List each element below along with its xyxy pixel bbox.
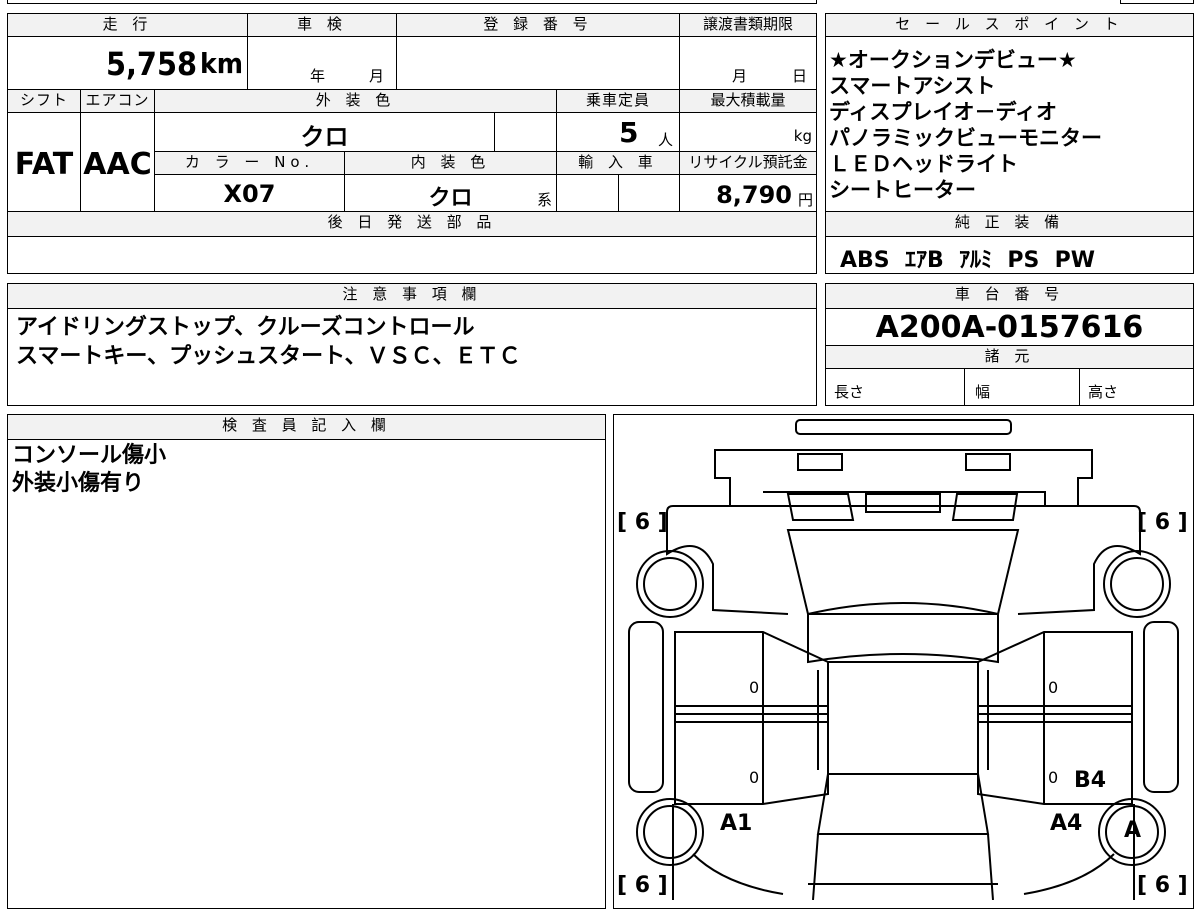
sales-point-item: シートヒーター <box>829 178 976 202</box>
inspector-line: 外装小傷有り <box>12 471 145 496</box>
transfer-deadline-cell: 月 日 <box>679 36 817 90</box>
max-load-cell: kg <box>679 112 817 152</box>
inspection-month: 月 <box>369 67 385 85</box>
tire-depth-front-left: [ 6 ] <box>617 510 668 535</box>
tire-depth-rear-right: [ 6 ] <box>1137 873 1188 898</box>
interior-color-cell: クロ 系 <box>344 174 557 212</box>
note-line: スマートキー、プッシュスタート、ＶＳＣ、ＥＴＣ <box>16 344 521 369</box>
interior-color-header: 内 装 色 <box>344 151 557 175</box>
spec-width-cell: 幅 <box>964 368 1080 406</box>
aircon-header: エアコン <box>80 89 155 113</box>
damage-mark-a4: A4 <box>1050 811 1083 836</box>
spec-length-cell: 長さ <box>825 368 965 406</box>
aircon-value: AAC <box>83 147 152 182</box>
registration-header: 登 録 番 号 <box>396 13 680 37</box>
exterior-color-header: 外 装 色 <box>154 89 557 113</box>
inspector-header: 検 査 員 記 入 欄 <box>7 414 606 440</box>
capacity-cell: 5 人 <box>556 112 680 152</box>
interior-color-value: クロ <box>428 186 473 211</box>
recycle-header: リサイクル預託金 <box>679 151 817 175</box>
transfer-day: 日 <box>792 67 808 85</box>
mileage-cell: 5,758 km <box>7 36 248 90</box>
exterior-color-cell: クロ <box>154 112 495 152</box>
color-no-header: カ ラ ー No. <box>154 151 345 175</box>
note-line: アイドリングストップ、クルーズコントロール <box>16 315 475 340</box>
tire-depth-front-right: [ 6 ] <box>1137 510 1188 535</box>
door-mark-right-rear: 0 <box>1048 768 1059 787</box>
door-mark-right-front: 0 <box>1048 678 1059 697</box>
later-parts-cell <box>7 236 817 274</box>
shift-value: FAT <box>14 147 74 182</box>
damage-mark-a1: A1 <box>720 811 753 836</box>
mileage-unit: km <box>200 47 243 80</box>
interior-color-suffix: 系 <box>536 191 552 209</box>
notes-cell: アイドリングストップ、クルーズコントロール スマートキー、プッシュスタート、ＶＳ… <box>7 308 817 406</box>
top-strip <box>7 0 817 4</box>
door-mark-left-front: 0 <box>749 678 760 697</box>
recycle-unit: 円 <box>797 191 813 209</box>
transfer-deadline-header: 譲渡書類期限 <box>679 13 817 37</box>
notes-lines: アイドリングストップ、クルーズコントロール スマートキー、プッシュスタート、ＶＳ… <box>16 313 521 371</box>
equipment-values: ABS ｴｱB ｱﾙﾐ PS PW <box>840 248 1096 273</box>
capacity-header: 乗車定員 <box>556 89 680 113</box>
spec-height-cell: 高さ <box>1079 368 1194 406</box>
aircon-cell: AAC <box>80 112 155 212</box>
import-cell-2 <box>618 174 680 212</box>
import-header: 輸 入 車 <box>556 151 680 175</box>
max-load-unit: kg <box>793 127 812 145</box>
equipment-header: 純 正 装 備 <box>825 211 1194 237</box>
sales-points-header: セ ー ル ス ポ イ ン ト <box>825 13 1194 37</box>
inspector-line: コンソール傷小 <box>12 443 167 468</box>
spec-length-label: 長さ <box>834 383 865 401</box>
chassis-header: 車 台 番 号 <box>825 283 1194 309</box>
equipment-cell: ABS ｴｱB ｱﾙﾐ PS PW <box>825 236 1194 274</box>
inspector-cell: コンソール傷小 外装小傷有り <box>7 439 606 909</box>
specs-header: 諸 元 <box>825 345 1194 369</box>
inspector-lines: コンソール傷小 外装小傷有り <box>12 442 166 498</box>
sales-point-item: ＬＥＤヘッドライト <box>829 152 1018 176</box>
spec-height-label: 高さ <box>1088 383 1119 401</box>
sales-points-cell: ★オークションデビュー★ スマートアシスト ディスプレイオ－ディオ パノラミック… <box>825 36 1194 212</box>
recycle-cell: 8,790 円 <box>679 174 817 212</box>
car-diagram <box>628 419 1179 900</box>
import-cell-1 <box>556 174 619 212</box>
capacity-unit: 人 <box>657 131 673 149</box>
chassis-value: A200A-0157616 <box>875 310 1144 345</box>
door-mark-left-rear: 0 <box>749 768 760 787</box>
inspection-year: 年 <box>310 67 326 85</box>
registration-cell <box>396 36 680 90</box>
max-load-header: 最大積載量 <box>679 89 817 113</box>
sales-point-item: ★オークションデビュー★ <box>829 48 1077 72</box>
color-no-value: X07 <box>223 180 276 208</box>
shift-header: シフト <box>7 89 81 113</box>
color-no-cell: X07 <box>154 174 345 212</box>
notes-header: 注 意 事 項 欄 <box>7 283 817 309</box>
sales-point-item: ディスプレイオ－ディオ <box>829 100 1058 124</box>
transfer-month: 月 <box>732 67 748 85</box>
later-parts-header: 後 日 発 送 部 品 <box>7 211 817 237</box>
top-strip-right <box>1120 0 1194 4</box>
recycle-value: 8,790 <box>716 181 792 209</box>
tire-depth-rear-left: [ 6 ] <box>617 873 668 898</box>
damage-mark-a: A <box>1124 818 1142 843</box>
mileage-header: 走 行 <box>7 13 248 37</box>
inspection-header: 車 検 <box>247 13 397 37</box>
capacity-value: 5 <box>619 116 639 149</box>
inspection-cell: 年 月 <box>247 36 397 90</box>
sales-points-list: ★オークションデビュー★ スマートアシスト ディスプレイオ－ディオ パノラミック… <box>829 47 1102 203</box>
chassis-cell: A200A-0157616 <box>825 308 1194 346</box>
shift-cell: FAT <box>7 112 81 212</box>
sales-point-item: パノラミックビューモニター <box>829 126 1102 150</box>
mileage-value: 5,758 <box>105 45 197 83</box>
exterior-color-value: クロ <box>300 123 349 151</box>
exterior-color-extra <box>494 112 557 152</box>
spec-width-label: 幅 <box>975 383 991 401</box>
sales-point-item: スマートアシスト <box>829 74 996 98</box>
damage-mark-b4: B4 <box>1074 768 1107 793</box>
